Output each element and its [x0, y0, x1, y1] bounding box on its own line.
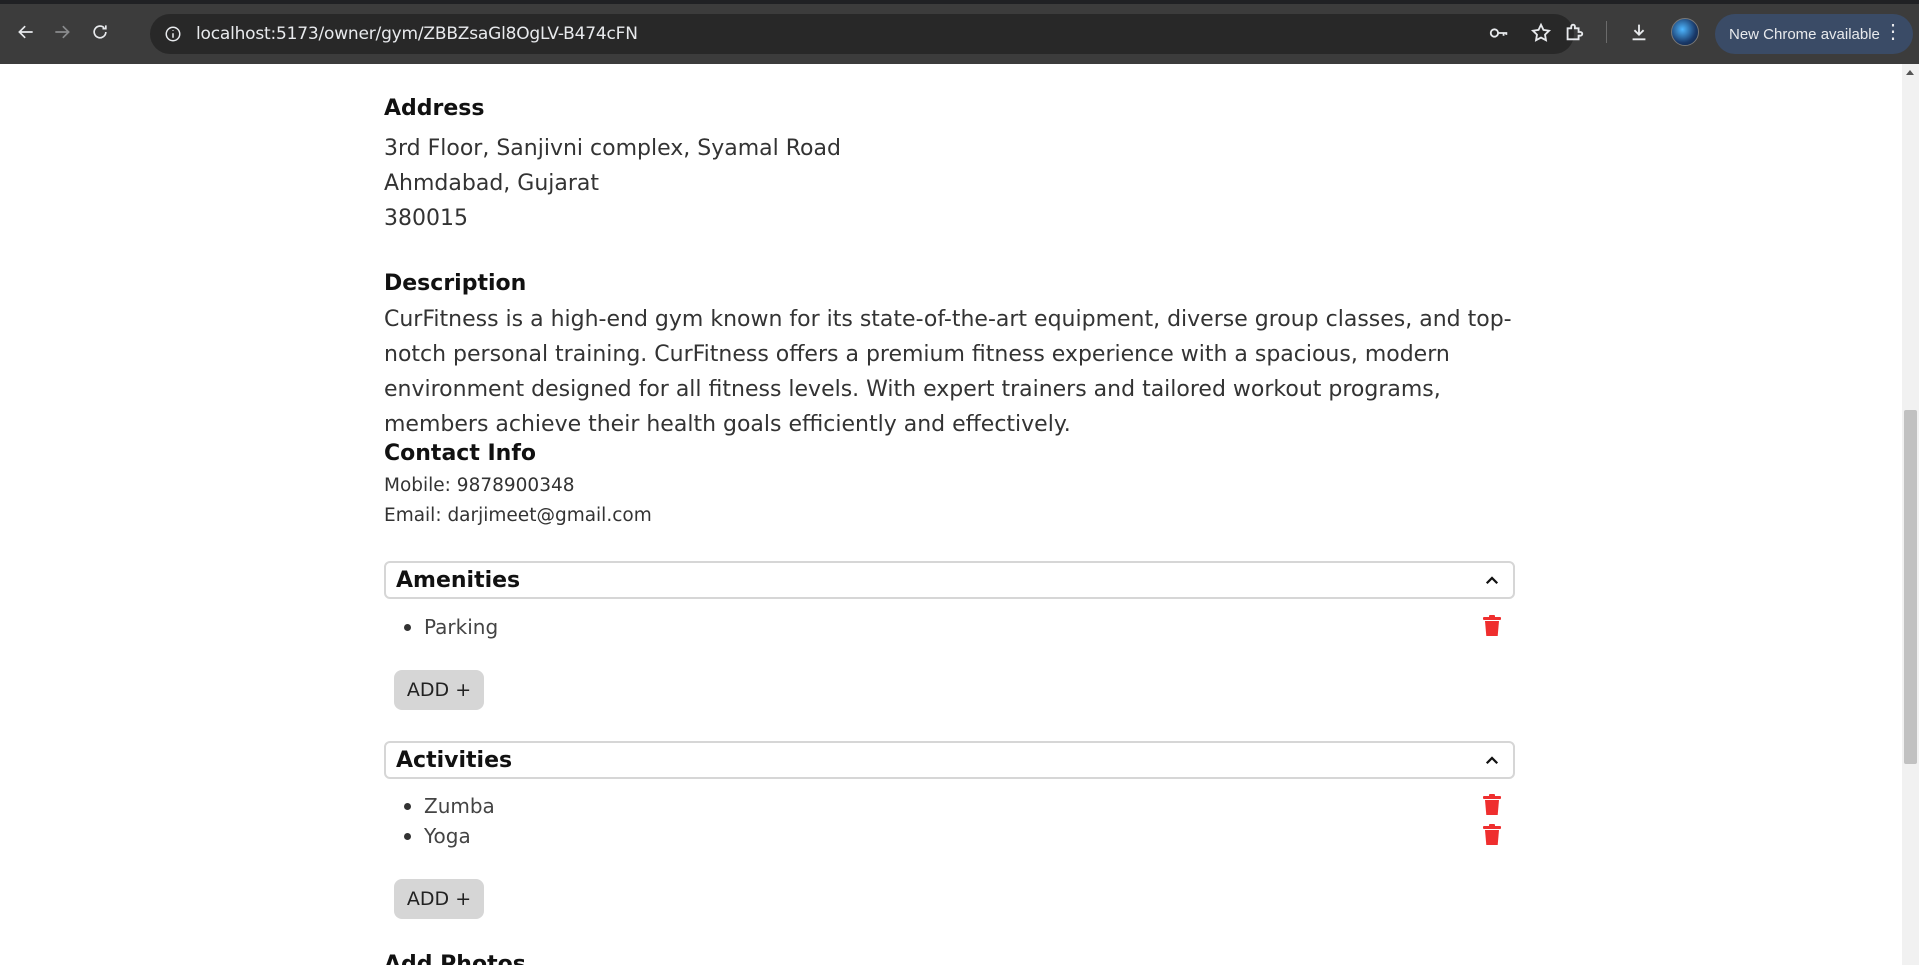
- contact-heading: Contact Info: [384, 441, 537, 466]
- chrome-update-button[interactable]: New Chrome available ⋮: [1715, 14, 1913, 54]
- puzzle-icon: [1566, 23, 1584, 41]
- contact-email: Email: darjimeet@gmail.com: [384, 505, 652, 526]
- back-button[interactable]: [8, 14, 44, 50]
- site-info-icon[interactable]: [164, 25, 182, 43]
- activities-heading: Activities: [396, 747, 513, 773]
- toolbar-divider: [1606, 21, 1607, 43]
- trash-icon[interactable]: [1483, 794, 1501, 816]
- amenity-label: Parking: [424, 615, 499, 639]
- chevron-up-icon[interactable]: [1483, 572, 1501, 590]
- arrow-right-icon: [55, 25, 70, 39]
- browser-toolbar: localhost:5173/owner/gym/ZBBZsaGl8OgLV-B…: [0, 0, 1919, 64]
- bullet: [404, 803, 411, 810]
- bookmark-star-icon[interactable]: [1530, 22, 1552, 44]
- more-menu-icon[interactable]: ⋮: [1883, 22, 1903, 42]
- scrollbar-thumb[interactable]: [1904, 410, 1917, 764]
- description-heading: Description: [384, 271, 527, 296]
- scroll-up-icon[interactable]: [1906, 70, 1914, 75]
- address-line-2: Ahmdabad, Gujarat: [384, 171, 600, 196]
- download-icon: [1632, 24, 1646, 41]
- arrow-left-icon: [18, 25, 33, 39]
- trash-icon[interactable]: [1483, 824, 1501, 846]
- amenities-accordion-header[interactable]: Amenities: [384, 561, 1515, 599]
- tab-strip: [0, 0, 1919, 4]
- add-photos-heading: Add Photos: [384, 952, 526, 965]
- profile-avatar[interactable]: [1671, 18, 1699, 46]
- trash-icon[interactable]: [1483, 615, 1501, 637]
- address-heading: Address: [384, 96, 485, 121]
- address-line-1: 3rd Floor, Sanjivni complex, Syamal Road: [384, 136, 841, 161]
- address-bar[interactable]: localhost:5173/owner/gym/ZBBZsaGl8OgLV-B…: [150, 14, 1574, 54]
- amenities-heading: Amenities: [396, 567, 521, 593]
- reload-icon: [93, 25, 107, 39]
- downloads-button[interactable]: [1621, 14, 1657, 50]
- contact-mobile: Mobile: 9878900348: [384, 475, 575, 496]
- bullet: [404, 624, 411, 631]
- activity-item: Yoga: [384, 821, 1515, 851]
- description-text: CurFitness is a high-end gym known for i…: [384, 307, 1512, 437]
- update-label: New Chrome available: [1729, 25, 1880, 43]
- reload-button[interactable]: [82, 14, 118, 50]
- chevron-up-icon[interactable]: [1483, 752, 1501, 770]
- vertical-scrollbar[interactable]: [1902, 64, 1919, 965]
- extensions-button[interactable]: [1556, 14, 1592, 50]
- amenity-item: Parking: [384, 612, 1515, 642]
- activity-item: Zumba: [384, 791, 1515, 821]
- page-viewport: Address 3rd Floor, Sanjivni complex, Sya…: [0, 64, 1902, 965]
- activity-label: Yoga: [424, 824, 471, 848]
- password-key-icon[interactable]: [1488, 22, 1510, 44]
- add-activity-button[interactable]: ADD +: [394, 879, 484, 919]
- activities-accordion-header[interactable]: Activities: [384, 741, 1515, 779]
- add-amenity-button[interactable]: ADD +: [394, 670, 484, 710]
- url-text[interactable]: localhost:5173/owner/gym/ZBBZsaGl8OgLV-B…: [196, 24, 638, 44]
- address-line-3: 380015: [384, 206, 468, 231]
- bullet: [404, 833, 411, 840]
- forward-button[interactable]: [44, 14, 80, 50]
- activity-label: Zumba: [424, 794, 495, 818]
